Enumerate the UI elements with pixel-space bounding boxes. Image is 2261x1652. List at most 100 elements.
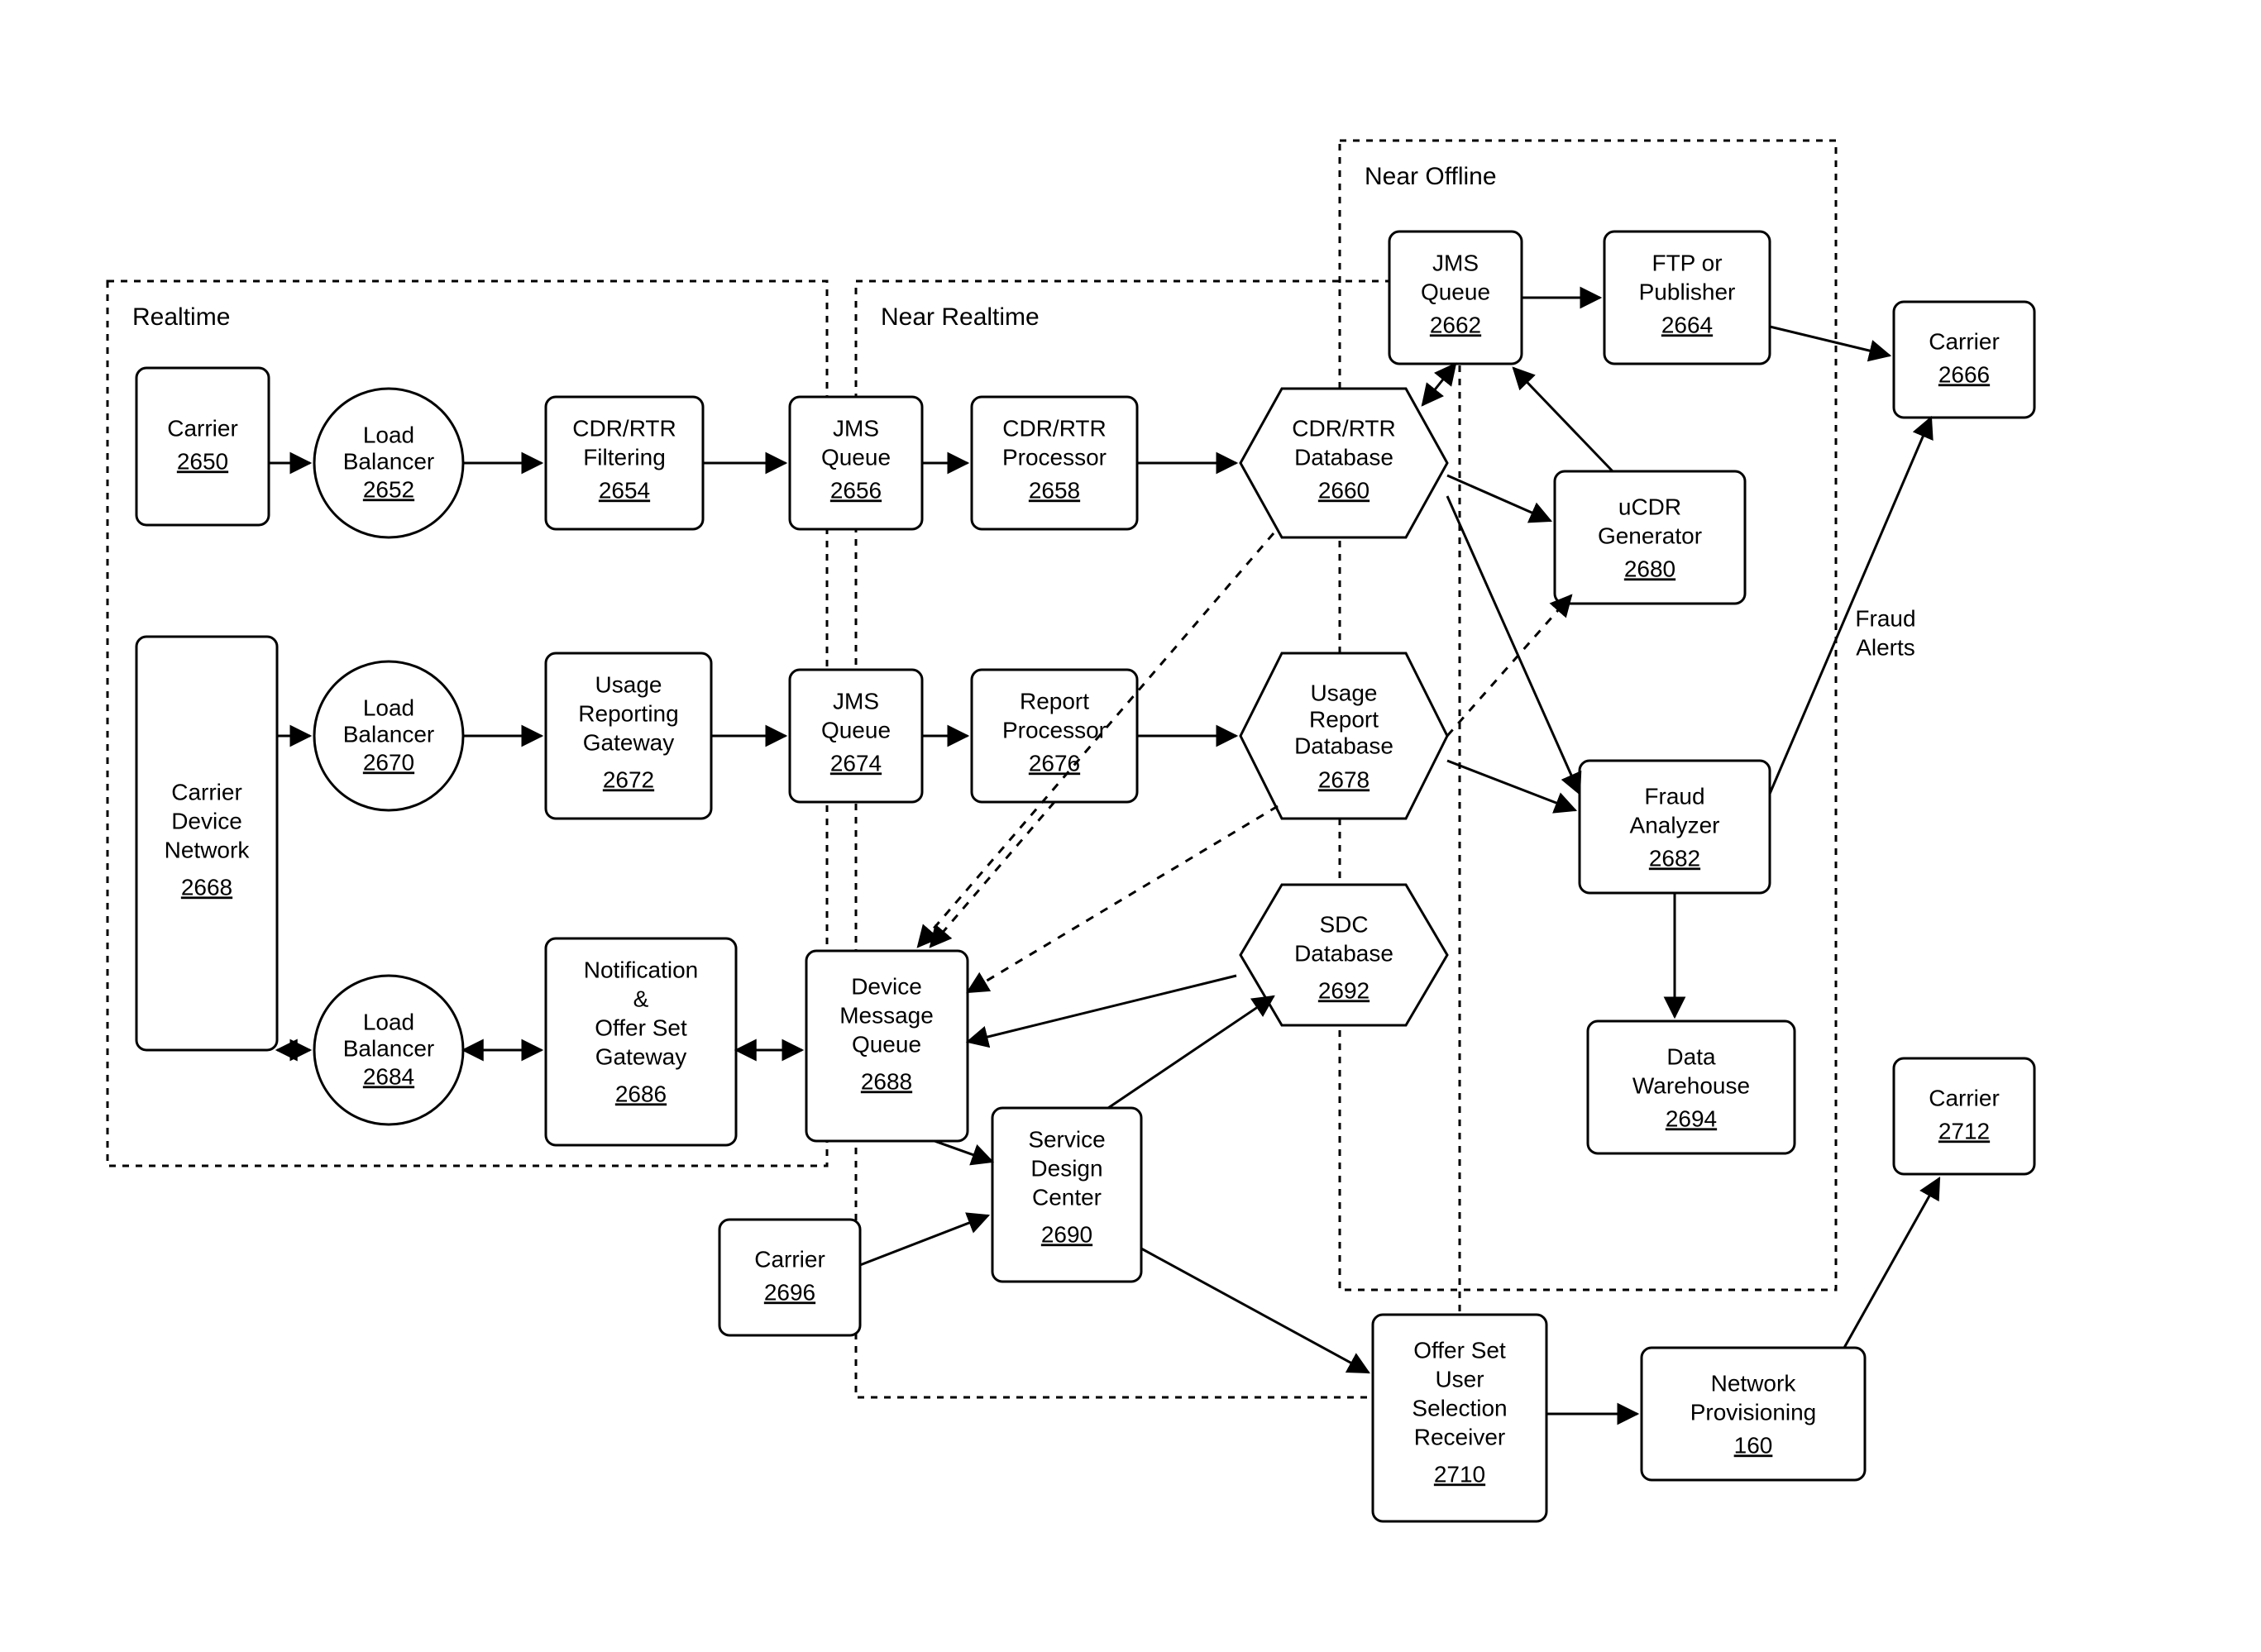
lb-2670-l2: Balancer xyxy=(343,721,435,747)
arrow-2676-2688-dashed xyxy=(930,802,1054,947)
fa-2682-l2: Analyzer xyxy=(1630,812,1720,838)
dw-2694-num: 2694 xyxy=(1666,1105,1717,1131)
sdc-2690-l1: Service xyxy=(1028,1126,1105,1152)
arrow-2690-2692 xyxy=(1108,996,1274,1108)
ucdr-2680-num: 2680 xyxy=(1624,556,1675,581)
filter-2654-num: 2654 xyxy=(599,477,650,503)
np-160-num: 160 xyxy=(1734,1432,1773,1458)
jms-2656-num: 2656 xyxy=(830,477,882,503)
lb-2670-l1: Load xyxy=(363,695,414,720)
nosg-2686-l1: Notification xyxy=(584,957,699,982)
arrow-2690-2710 xyxy=(1141,1249,1369,1373)
osur-2710-l3: Selection xyxy=(1412,1395,1507,1420)
lb-2652-num: 2652 xyxy=(363,476,414,502)
cdn-2668-l2: Device xyxy=(171,808,242,833)
urg-2672-l3: Gateway xyxy=(583,729,675,755)
ftp-2664-l1: FTP or xyxy=(1652,250,1722,275)
near-offline-label: Near Offline xyxy=(1365,163,1497,190)
sdcdb-2692-l1: SDC xyxy=(1319,911,1368,937)
dw-2694-l1: Data xyxy=(1666,1043,1716,1069)
fraud-alerts-l2: Alerts xyxy=(1856,634,1915,660)
carrier-2696 xyxy=(719,1220,860,1335)
arrow-2660-2662 xyxy=(1422,364,1456,405)
arrow-2680-2662 xyxy=(1513,368,1613,471)
urg-2672-l1: Usage xyxy=(595,671,662,697)
ftp-2664-num: 2664 xyxy=(1661,312,1713,337)
carrier-2712-l: Carrier xyxy=(1929,1085,2000,1110)
proc-2658-num: 2658 xyxy=(1029,477,1080,503)
nosg-2686-l2: & xyxy=(633,986,649,1011)
rp-2676-l1: Report xyxy=(1020,688,1089,714)
proc-2658-l1: CDR/RTR xyxy=(1002,415,1106,441)
dmq-2688-num: 2688 xyxy=(861,1068,912,1094)
ftp-2664-l2: Publisher xyxy=(1639,279,1736,304)
sdc-2690-l2: Design xyxy=(1030,1155,1102,1181)
urdb-2678-l2: Report xyxy=(1309,706,1379,732)
sdc-2690-num: 2690 xyxy=(1041,1221,1092,1247)
jms-2674-num: 2674 xyxy=(830,750,882,776)
carrier-2666-l: Carrier xyxy=(1929,328,2000,354)
urdb-2678-l3: Database xyxy=(1294,733,1393,758)
urg-2672-l2: Reporting xyxy=(578,700,678,726)
urdb-2678-l1: Usage xyxy=(1311,680,1378,705)
lb-2684-l1: Load xyxy=(363,1009,414,1034)
jms-2674-l2: Queue xyxy=(821,717,891,742)
proc-2658-l2: Processor xyxy=(1002,444,1107,470)
filter-2654-l1: CDR/RTR xyxy=(572,415,676,441)
sdcdb-2692-l2: Database xyxy=(1294,940,1393,966)
np-160-l1: Network xyxy=(1711,1370,1797,1396)
np-160-l2: Provisioning xyxy=(1690,1399,1817,1425)
nosg-2686-l3: Offer Set xyxy=(595,1015,687,1040)
nosg-2686-l4: Gateway xyxy=(595,1043,687,1069)
carrier-2712 xyxy=(1894,1058,2034,1174)
cdn-2668-l3: Network xyxy=(165,837,251,862)
nosg-2686-num: 2686 xyxy=(615,1081,667,1106)
dmq-2688-l3: Queue xyxy=(852,1031,921,1057)
carrier-2650 xyxy=(136,368,269,525)
db-2660-l1: CDR/RTR xyxy=(1292,415,1395,441)
sdcdb-2692-num: 2692 xyxy=(1318,977,1370,1003)
fraud-alerts-l1: Fraud xyxy=(1855,605,1915,631)
osur-2710-num: 2710 xyxy=(1434,1461,1485,1487)
rp-2676-l2: Processor xyxy=(1002,717,1107,742)
carrier-2666 xyxy=(1894,302,2034,418)
urg-2672-num: 2672 xyxy=(603,766,654,792)
rp-2676-num: 2676 xyxy=(1029,750,1080,776)
near-realtime-label: Near Realtime xyxy=(881,303,1040,331)
cdn-2668-l1: Carrier xyxy=(171,779,242,805)
jms-2674-l1: JMS xyxy=(833,688,879,714)
arrow-2678-2682 xyxy=(1447,761,1575,810)
cdn-2668-num: 2668 xyxy=(181,874,232,900)
lb-2684-num: 2684 xyxy=(363,1063,414,1089)
jms-2662-l2: Queue xyxy=(1421,279,1490,304)
jms-2662-l1: JMS xyxy=(1432,250,1479,275)
osur-2710-l1: Offer Set xyxy=(1413,1337,1506,1363)
arrow-2678-2680-dashed xyxy=(1447,595,1571,736)
lb-2652-label1: Load xyxy=(363,422,414,447)
jms-2662-num: 2662 xyxy=(1430,312,1481,337)
fa-2682-l1: Fraud xyxy=(1644,783,1704,809)
osur-2710-l4: Receiver xyxy=(1414,1424,1505,1449)
arrow-2696-2690 xyxy=(860,1215,988,1265)
filter-2654-l2: Filtering xyxy=(583,444,666,470)
jms-2656-l2: Queue xyxy=(821,444,891,470)
arrow-160-2712 xyxy=(1844,1178,1939,1348)
db-2660-l2: Database xyxy=(1294,444,1393,470)
lb-2670-num: 2670 xyxy=(363,749,414,775)
carrier-2696-l: Carrier xyxy=(754,1246,825,1272)
realtime-label: Realtime xyxy=(132,303,230,331)
jms-2656-l1: JMS xyxy=(833,415,879,441)
sdc-2690-l3: Center xyxy=(1032,1184,1102,1210)
fa-2682-num: 2682 xyxy=(1649,845,1700,871)
carrier-2650-num: 2650 xyxy=(177,448,228,474)
arrow-2688-2690 xyxy=(935,1141,992,1162)
arrow-2664-2666 xyxy=(1770,327,1890,356)
carrier-2666-num: 2666 xyxy=(1938,361,1990,387)
urdb-2678-num: 2678 xyxy=(1318,766,1370,792)
arrow-2692-2688 xyxy=(968,976,1236,1042)
lb-2684-l2: Balancer xyxy=(343,1035,435,1061)
db-2660-num: 2660 xyxy=(1318,477,1370,503)
dmq-2688-l1: Device xyxy=(851,973,922,999)
carrier-2712-num: 2712 xyxy=(1938,1118,1990,1144)
lb-2652-label2: Balancer xyxy=(343,448,435,474)
